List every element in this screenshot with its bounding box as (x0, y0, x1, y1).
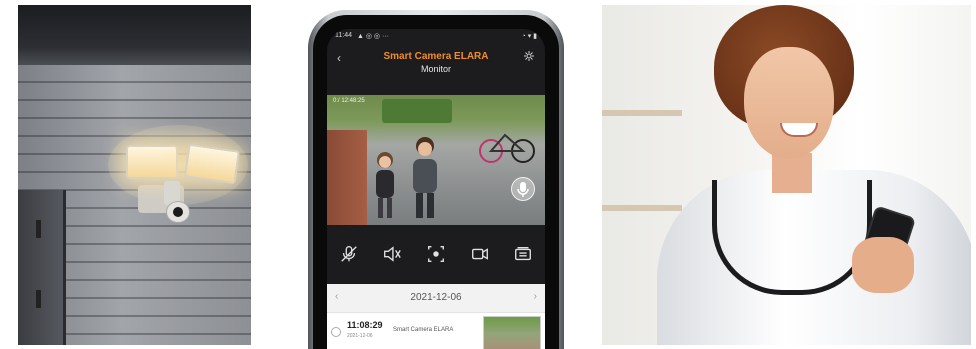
shelf (602, 110, 682, 116)
doctor-using-phone-photo (602, 5, 971, 345)
live-video-feed[interactable]: 0:/ 12:48:25 (327, 95, 545, 225)
snapshot-icon (428, 246, 444, 262)
face (744, 47, 834, 159)
event-time: 11:08:29 (347, 320, 383, 330)
door (18, 190, 66, 345)
camera-lens (173, 207, 183, 217)
microphone-icon (517, 182, 529, 197)
mute-speaker-button[interactable] (381, 243, 403, 265)
child-figure (413, 137, 437, 218)
gallery-icon (515, 246, 532, 261)
record-icon (471, 248, 488, 260)
control-toolbar (327, 234, 545, 274)
next-date-button[interactable]: › (534, 291, 537, 302)
hedge (382, 99, 452, 123)
mute-speaker-icon (384, 246, 402, 262)
shelf (602, 205, 682, 211)
app-header: ‹ Smart Camera ELARA Monitor (327, 43, 545, 83)
hand (852, 237, 914, 293)
event-date: 2021-12-06 (347, 333, 373, 339)
date-selector: ‹ 2021-12-06 › (327, 284, 545, 312)
event-select-radio[interactable] (331, 327, 341, 337)
microphone-button[interactable] (511, 177, 535, 201)
status-time: 11:44 (335, 32, 352, 39)
system-icons: ◔ ▾ ▮ (521, 33, 537, 40)
floodlight-lamp-left (126, 145, 178, 179)
page-title: Smart Camera ELARA (383, 51, 489, 62)
status-bar: 11:44 ▲ ◎ ◎ ··· ◔ ▾ ▮ (327, 29, 545, 43)
snapshot-button[interactable] (425, 243, 447, 265)
gear-icon[interactable] (523, 50, 535, 62)
door-hinge (36, 220, 41, 238)
floodlight-lamp-right (183, 143, 241, 185)
stethoscope (712, 180, 872, 295)
app-screen: 11:44 ▲ ◎ ◎ ··· ◔ ▾ ▮ ‹ Smart Camera ELA… (327, 29, 545, 349)
event-list: 11:08:29 2021-12-06 Smart Camera ELARA (327, 312, 545, 349)
selected-date[interactable]: 2021-12-06 (327, 292, 545, 303)
bicycle (479, 133, 535, 163)
record-button[interactable] (469, 243, 491, 265)
mute-mic-button[interactable] (338, 243, 360, 265)
mute-mic-icon (341, 246, 357, 262)
brick-wall (327, 130, 367, 225)
door-hinge (36, 290, 41, 308)
status-icons: ▲ ◎ ◎ ··· (357, 33, 389, 40)
gallery-button[interactable] (512, 243, 534, 265)
phone-bezel: 11:44 ▲ ◎ ◎ ··· ◔ ▾ ▮ ‹ Smart Camera ELA… (313, 15, 559, 349)
video-timestamp: 0:/ 12:48:25 (333, 98, 365, 104)
child-figure (376, 152, 394, 218)
event-thumbnail[interactable] (483, 316, 541, 349)
roof-eave (18, 5, 251, 65)
floodlight-camera-photo (18, 5, 251, 345)
camera-dome (166, 201, 190, 223)
event-list-item[interactable]: 11:08:29 2021-12-06 Smart Camera ELARA (327, 312, 545, 349)
page-subtitle: Monitor (420, 64, 451, 74)
smartphone: 11:44 ▲ ◎ ◎ ··· ◔ ▾ ▮ ‹ Smart Camera ELA… (308, 10, 564, 349)
event-device-name: Smart Camera ELARA (393, 327, 454, 333)
